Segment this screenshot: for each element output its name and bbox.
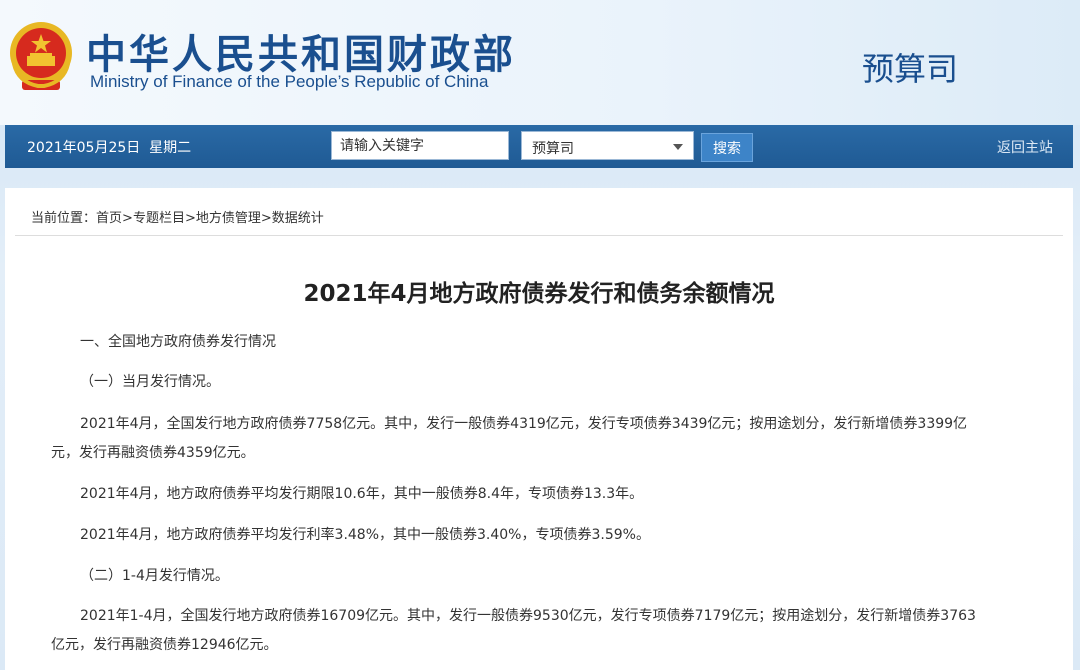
weekday-text: 星期二 — [149, 140, 192, 156]
site-header: 中华人民共和国财政部 Ministry of Finance of the Pe… — [0, 0, 1080, 125]
paragraph: 2021年4月，地方政府债券平均发行利率3.48%，其中一般债券3.40%，专项… — [80, 527, 650, 543]
scope-selected-label: 预算司 — [532, 141, 574, 157]
article-panel: 当前位置：首页>专题栏目>地方债管理>数据统计 2021年4月地方政府债券发行和… — [5, 188, 1073, 670]
date-text: 2021年05月25日 — [27, 140, 141, 156]
paragraph: 2021年4月，全国发行地方政府债券7758亿元。其中，发行一般债券4319亿元… — [80, 416, 968, 432]
paragraph: 2021年4月，地方政府债券平均发行期限10.6年，其中一般债券8.4年，专项债… — [80, 486, 644, 502]
article-title: 2021年4月地方政府债券发行和债务余额情况 — [303, 281, 775, 307]
chevron-down-icon — [673, 144, 683, 150]
breadcrumb-divider — [15, 235, 1063, 236]
top-navbar: 2021年05月25日 星期二 预算司 搜索 返回主站 — [5, 125, 1073, 168]
search-button[interactable]: 搜索 — [701, 133, 753, 162]
paragraph-continuation: 亿元，发行再融资债券12946亿元。 — [51, 637, 278, 653]
paragraph-continuation: 元，发行再融资债券4359亿元。 — [51, 445, 255, 461]
search-scope-select[interactable]: 预算司 — [521, 131, 694, 160]
subsection-heading: （一）当月发行情况。 — [80, 374, 220, 390]
paragraph: 2021年1-4月，全国发行地方政府债券16709亿元。其中，发行一般债券953… — [80, 608, 976, 624]
back-to-main-site-link[interactable]: 返回主站 — [997, 137, 1053, 157]
breadcrumb: 当前位置：首页>专题栏目>地方债管理>数据统计 — [31, 207, 324, 226]
site-title-en: Ministry of Finance of the People’s Repu… — [90, 72, 489, 91]
breadcrumb-separator: > — [184, 211, 196, 226]
breadcrumb-separator: > — [260, 211, 272, 226]
current-date: 2021年05月25日 星期二 — [27, 137, 191, 157]
breadcrumb-statistics[interactable]: 数据统计 — [272, 211, 324, 226]
subsection-heading: （二）1-4月发行情况。 — [80, 568, 229, 584]
search-input[interactable] — [331, 131, 509, 160]
breadcrumb-separator: > — [122, 211, 133, 226]
breadcrumb-local-debt[interactable]: 地方债管理 — [196, 211, 261, 226]
section-heading: 一、全国地方政府债券发行情况 — [80, 334, 276, 350]
breadcrumb-topics[interactable]: 专题栏目 — [133, 211, 185, 226]
department-name: 预算司 — [862, 50, 959, 88]
breadcrumb-prefix: 当前位置： — [31, 211, 97, 226]
national-emblem-icon — [10, 22, 72, 90]
breadcrumb-home[interactable]: 首页 — [96, 211, 122, 226]
